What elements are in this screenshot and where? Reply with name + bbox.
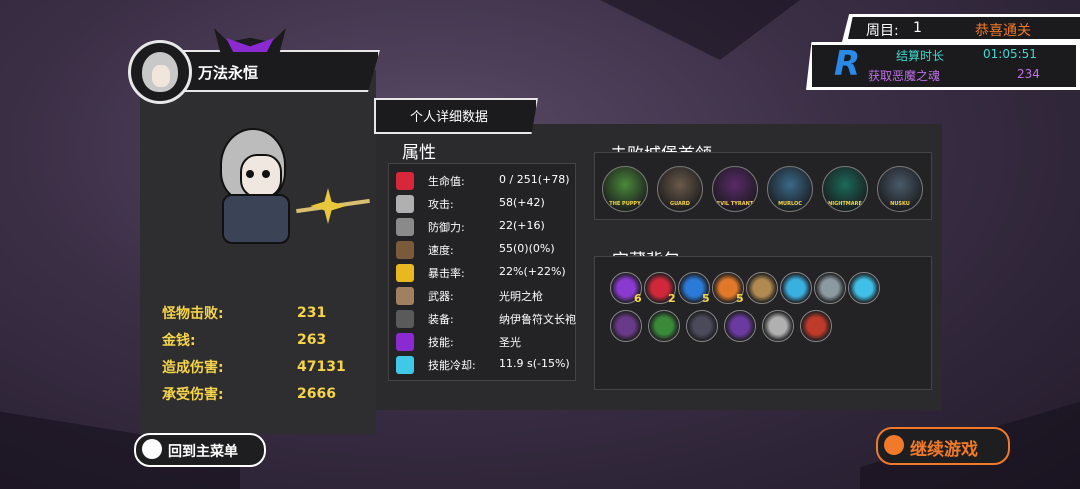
stat-damage-taken-label: 承受伤害: [162, 387, 224, 403]
back-arrow-icon [142, 439, 162, 459]
stat-kills-label: 怪物击败: [162, 306, 224, 322]
weapon-icon [396, 287, 414, 305]
snowflake-icon[interactable] [848, 272, 880, 304]
stat-kills-value: 231 [297, 305, 327, 321]
dark-blade-icon[interactable] [724, 310, 756, 342]
attribute-row: 生命值: 0 / 251(+78) [396, 170, 574, 192]
boss-name: EVIL TYRANT [716, 201, 754, 207]
time-value: 01:05:51 [983, 47, 1037, 61]
attribute-row: 武器: 光明之枪 [396, 285, 574, 307]
amulet-icon[interactable] [800, 310, 832, 342]
souls-label: 获取恶魔之魂 [868, 69, 941, 83]
attribute-value: 圣光 [499, 336, 521, 349]
bag-icon[interactable] [746, 272, 778, 304]
attribute-row: 攻击: 58(+42) [396, 193, 574, 215]
attribute-row: 暴击率: 22%(+22%) [396, 262, 574, 284]
boss-portrait-icon: THE PUPPY [602, 166, 648, 212]
helmet-icon[interactable] [762, 310, 794, 342]
attribute-value: 55(0)(0%) [499, 242, 555, 255]
attribute-value: 22(+16) [499, 219, 545, 232]
attribute-label: 技能: [428, 336, 454, 349]
armor-icon [396, 310, 414, 328]
main-menu-label: 回到主菜单 [168, 444, 238, 460]
avatar [128, 40, 192, 104]
continue-arrow-icon [884, 435, 904, 455]
stat-damage-taken-value: 2666 [297, 386, 336, 402]
sword-icon [396, 195, 414, 213]
round-value: 1 [913, 20, 922, 36]
attribute-label: 防御力: [428, 221, 465, 234]
item-count: 6 [634, 292, 642, 305]
shadow-creature-icon[interactable] [610, 310, 642, 342]
item-count: 5 [736, 292, 744, 305]
ghost-icon[interactable] [686, 310, 718, 342]
attribute-value: 11.9 s(-15%) [499, 357, 570, 370]
stat-damage-dealt-label: 造成伤害: [162, 360, 224, 376]
rank-badge-icon: R [834, 44, 861, 84]
stat-gold-label: 金钱: [162, 333, 196, 349]
stat-damage-dealt-value: 47131 [297, 359, 346, 375]
boss-portrait-icon: NUSKU [877, 166, 923, 212]
shield-icon [396, 218, 414, 236]
attribute-row: 防御力: 22(+16) [396, 216, 574, 238]
boss-name: NUSKU [890, 201, 910, 207]
boss-name: GUARD [670, 201, 690, 207]
clear-status: 恭喜通关 [975, 23, 1031, 39]
attribute-label: 生命值: [428, 175, 465, 188]
attribute-label: 暴击率: [428, 267, 465, 280]
attribute-row: 速度: 55(0)(0%) [396, 239, 574, 261]
player-name: 万法永恒 [198, 64, 259, 82]
boss-name: MURLOC [778, 201, 802, 207]
attribute-value: 22%(+22%) [499, 265, 566, 278]
attribute-label: 武器: [428, 290, 454, 303]
skill-icon [396, 333, 414, 351]
round-label: 周目: [866, 23, 899, 39]
boot-icon [396, 241, 414, 259]
dragon-icon[interactable] [814, 272, 846, 304]
character-panel [140, 70, 376, 434]
attribute-label: 装备: [428, 313, 454, 326]
attribute-label: 技能冷却: [428, 359, 476, 372]
continue-button[interactable]: 继续游戏 [876, 427, 1010, 465]
souls-value: 234 [1017, 67, 1040, 81]
stat-gold-value: 263 [297, 332, 327, 348]
attribute-row: 技能冷却: 11.9 s(-15%) [396, 354, 574, 376]
attributes-title: 属性 [402, 143, 436, 163]
attribute-row: 技能: 圣光 [396, 331, 574, 353]
detail-tab-label: 个人详细数据 [410, 110, 489, 125]
attribute-label: 攻击: [428, 198, 454, 211]
ice-shard-icon[interactable] [780, 272, 812, 304]
boss-portrait-icon: EVIL TYRANT [712, 166, 758, 212]
boss-portrait-icon: GUARD [657, 166, 703, 212]
attribute-value: 58(+42) [499, 196, 545, 209]
attribute-value: 0 / 251(+78) [499, 173, 570, 186]
continue-label: 继续游戏 [910, 440, 978, 460]
avatar-face-skin [152, 65, 170, 87]
attribute-row: 装备: 纳伊鲁符文长袍 [396, 308, 576, 330]
heart-icon [396, 172, 414, 190]
boss-name: THE PUPPY [609, 201, 641, 207]
main-menu-button[interactable]: 回到主菜单 [134, 433, 266, 467]
crit-sun-icon [396, 264, 414, 282]
attribute-value: 纳伊鲁符文长袍 [499, 313, 576, 326]
boss-portrait-icon: NIGHTMARE [822, 166, 868, 212]
goblin-icon[interactable] [648, 310, 680, 342]
boss-portrait-icon: MURLOC [767, 166, 813, 212]
time-label: 结算时长 [896, 49, 945, 63]
character-sprite [212, 128, 302, 246]
boss-name: NIGHTMARE [828, 201, 862, 207]
item-count: 5 [702, 292, 710, 305]
attribute-label: 速度: [428, 244, 454, 257]
cooldown-icon [396, 356, 414, 374]
item-count: 2 [668, 292, 676, 305]
attribute-value: 光明之枪 [499, 290, 543, 303]
